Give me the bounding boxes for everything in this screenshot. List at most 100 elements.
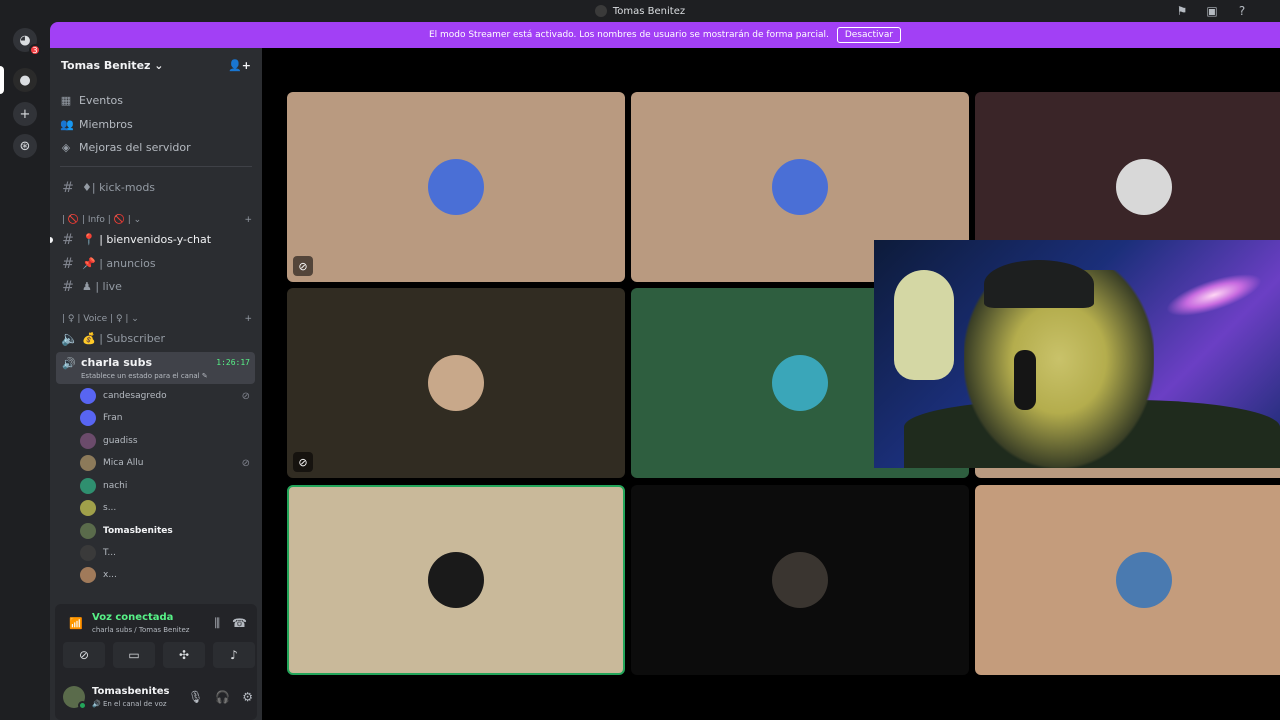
settings-gear-icon[interactable]: ⚙ bbox=[242, 690, 253, 704]
voice-channel-charla-subs[interactable]: 🔊 charla subs Establece un estado para e… bbox=[56, 352, 255, 384]
headphones-icon[interactable]: 🎧 bbox=[215, 690, 230, 704]
disconnect-icon[interactable]: ☎ bbox=[232, 616, 247, 631]
screen-share-icon: ▭ bbox=[128, 648, 140, 662]
discord-home-button[interactable]: ◕ 3 bbox=[13, 28, 41, 56]
signal-icon[interactable]: 📶 bbox=[69, 617, 83, 630]
category-label: | ♀ | Voice | ♀ | ⌄ bbox=[62, 314, 139, 324]
member-name: Mica Allu bbox=[103, 458, 144, 468]
voice-member[interactable]: T... bbox=[80, 543, 250, 563]
voice-connection-panel: 📶 Voz conectada charla subs / Tomas Beni… bbox=[55, 604, 257, 720]
explore-button[interactable]: ⊛ bbox=[13, 134, 37, 158]
channel-sidebar: Tomas Benitez ⌄ 👤+ ▦ Eventos 👥 Miembros … bbox=[50, 48, 262, 720]
voice-member[interactable]: Mica Allu ⊘ bbox=[80, 453, 250, 473]
voice-timer: 1:26:17 bbox=[216, 358, 250, 367]
avatar bbox=[428, 159, 484, 215]
nav-eventos[interactable]: ▦ Eventos bbox=[60, 90, 123, 110]
channel-anuncios[interactable]: # 📌 | anuncios bbox=[56, 253, 256, 274]
avatar bbox=[80, 410, 96, 426]
nav-miembros[interactable]: 👥 Miembros bbox=[60, 114, 133, 134]
channel-label: ♟ | live bbox=[82, 280, 122, 293]
mic-muted-icon: ⊘ bbox=[241, 457, 250, 469]
participant-tile[interactable] bbox=[975, 485, 1280, 675]
avatar bbox=[80, 388, 96, 404]
flag-icon[interactable]: ⚑ bbox=[1174, 3, 1190, 19]
participant-tile[interactable] bbox=[287, 485, 625, 675]
add-channel-icon[interactable]: + bbox=[244, 314, 252, 324]
microphone-icon[interactable]: 🎙 bbox=[188, 690, 203, 704]
camera-off-icon: ⊘ bbox=[78, 648, 90, 662]
invite-icon[interactable]: 👤+ bbox=[228, 59, 251, 72]
active-server-pill bbox=[0, 66, 4, 94]
banner-text: El modo Streamer está activado. Los nomb… bbox=[428, 30, 829, 40]
avatar bbox=[772, 552, 828, 608]
webcam-hand bbox=[894, 270, 954, 380]
avatar bbox=[428, 552, 484, 608]
member-name: T... bbox=[103, 548, 117, 558]
add-server-button[interactable]: + bbox=[13, 102, 37, 126]
soundboard-button[interactable]: ♪ bbox=[213, 642, 255, 668]
soundboard-icon: ♪ bbox=[230, 648, 238, 662]
channel-label: ♦| kick-mods bbox=[82, 181, 156, 194]
channel-live[interactable]: # ♟ | live bbox=[56, 276, 256, 297]
voice-member[interactable]: s... bbox=[80, 498, 250, 518]
add-channel-icon[interactable]: + bbox=[244, 215, 252, 225]
speaker-icon: 🔊 bbox=[62, 357, 76, 370]
screen-share-button[interactable]: ▭ bbox=[113, 642, 155, 668]
member-name: candesagredo bbox=[103, 391, 167, 401]
server-rail: ◕ 3 ● + ⊛ bbox=[0, 22, 50, 720]
voice-member[interactable]: Fran bbox=[80, 408, 250, 428]
category-info[interactable]: | 🚫 | Info | 🚫 | ⌄ + bbox=[62, 213, 252, 227]
window-avatar bbox=[594, 5, 607, 17]
participant-tile[interactable]: ⊘ bbox=[287, 92, 625, 282]
streamer-webcam-overlay bbox=[874, 240, 1280, 468]
nav-label: Mejoras del servidor bbox=[79, 140, 191, 154]
avatar[interactable] bbox=[63, 686, 87, 710]
help-icon[interactable]: ? bbox=[1234, 3, 1250, 19]
camera-button[interactable]: ⊘ bbox=[63, 642, 105, 668]
member-name: x... bbox=[103, 570, 117, 580]
voice-connected-label[interactable]: Voz conectada bbox=[92, 612, 173, 623]
activities-button[interactable]: ✣ bbox=[163, 642, 205, 668]
server-name: Tomas Benitez ⌄ bbox=[61, 58, 164, 72]
title-bar: Tomas Benitez ⚑ ▣ ? bbox=[0, 0, 1280, 22]
nav-mejoras[interactable]: ◈ Mejoras del servidor bbox=[60, 137, 191, 157]
inbox-icon[interactable]: ▣ bbox=[1204, 3, 1220, 19]
voice-member[interactable]: candesagredo ⊘ bbox=[80, 386, 250, 406]
avatar bbox=[1116, 552, 1172, 608]
category-voice[interactable]: | ♀ | Voice | ♀ | ⌄ + bbox=[62, 312, 252, 326]
calendar-icon: ▦ bbox=[60, 93, 72, 107]
deactivate-button[interactable]: Desactivar bbox=[836, 27, 902, 43]
notification-badge: 3 bbox=[29, 44, 41, 56]
webcam-microphone bbox=[1014, 350, 1036, 410]
webcam-cap bbox=[984, 260, 1094, 308]
user-status: 🔊 En el canal de voz bbox=[92, 700, 167, 708]
member-name: Tomasbenites bbox=[103, 526, 173, 536]
channel-label: 📍 | bienvenidos-y-chat bbox=[82, 233, 212, 246]
participant-tile[interactable] bbox=[631, 485, 969, 675]
avatar bbox=[80, 567, 96, 583]
avatar bbox=[80, 545, 96, 561]
voice-channel-status[interactable]: Establece un estado para el canal ✎ bbox=[81, 372, 208, 380]
plus-icon: + bbox=[19, 106, 31, 122]
boost-icon: ◈ bbox=[61, 140, 71, 154]
avatar bbox=[80, 500, 96, 516]
user-name: Tomasbenites bbox=[92, 686, 170, 697]
voice-member[interactable]: x... bbox=[80, 565, 250, 585]
member-name: guadiss bbox=[103, 436, 138, 446]
channel-kick-mods[interactable]: # ♦| kick-mods bbox=[56, 177, 256, 198]
server-header[interactable]: Tomas Benitez ⌄ 👤+ bbox=[50, 48, 262, 82]
voice-member[interactable]: Tomasbenites bbox=[80, 521, 250, 541]
channel-label: 💰 | Subscriber bbox=[82, 332, 165, 345]
unread-indicator bbox=[50, 237, 53, 243]
noise-suppression-icon[interactable]: ⫼ bbox=[215, 616, 221, 631]
user-area[interactable]: Tomasbenites 🔊 En el canal de voz 🎙 🎧 ⚙ bbox=[63, 684, 253, 714]
mic-muted-icon: ⊘ bbox=[293, 452, 313, 472]
avatar bbox=[1116, 159, 1172, 215]
voice-member[interactable]: nachi bbox=[80, 476, 250, 496]
channel-bienvenidos-y-chat[interactable]: # 📍 | bienvenidos-y-chat bbox=[56, 229, 256, 250]
voice-member[interactable]: guadiss bbox=[80, 431, 250, 451]
server-tomas-benitez[interactable]: ● bbox=[13, 68, 37, 92]
voice-channel-subscriber[interactable]: 🔈 💰 | Subscriber bbox=[56, 328, 256, 349]
hash-icon: # bbox=[62, 179, 74, 196]
participant-tile[interactable]: ⊘ bbox=[287, 288, 625, 478]
